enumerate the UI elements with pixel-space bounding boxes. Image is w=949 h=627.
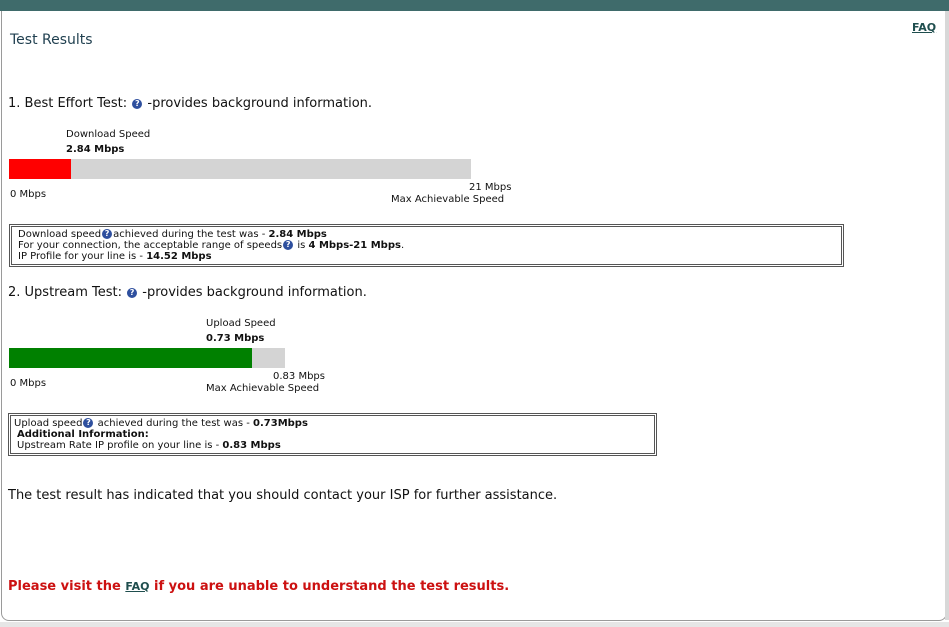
upstream-heading: 2. Upstream Test: ? -provides background… xyxy=(8,285,367,300)
download-speed-value: 2.84 Mbps xyxy=(66,144,125,155)
question-icon[interactable]: ? xyxy=(83,418,94,428)
download-info-line2: For your connection, the acceptable rang… xyxy=(18,240,405,251)
upload-max-value: 0.83 Mbps xyxy=(273,371,325,382)
best-effort-heading: 1. Best Effort Test: ? -provides backgro… xyxy=(8,96,372,111)
upstream-desc: -provides background information. xyxy=(142,285,367,300)
horizontal-scrollbar[interactable] xyxy=(0,622,949,627)
top-bar xyxy=(0,0,949,11)
contact-isp-message: The test result has indicated that you s… xyxy=(8,488,558,503)
best-effort-desc: -provides background information. xyxy=(147,96,373,111)
faq-link[interactable]: FAQ xyxy=(912,21,936,34)
upload-speed-fill xyxy=(9,348,252,368)
visit-faq-message: Please visit the FAQ if you are unable t… xyxy=(8,579,510,594)
upload-max-label: Max Achievable Speed xyxy=(206,383,320,394)
download-speed-label: Download Speed xyxy=(66,129,151,140)
download-speed-bar xyxy=(9,159,471,179)
download-speed-fill xyxy=(9,159,71,179)
download-min-label: 0 Mbps xyxy=(10,189,47,200)
question-icon[interactable]: ? xyxy=(132,99,143,109)
upstream-heading-text: 2. Upstream Test: xyxy=(8,285,122,300)
question-icon[interactable]: ? xyxy=(102,229,113,239)
page-title: Test Results xyxy=(10,32,93,48)
upload-info-line1: Upload speed? achieved during the test w… xyxy=(14,418,308,429)
faq-inline-link[interactable]: FAQ xyxy=(125,580,149,593)
question-icon[interactable]: ? xyxy=(283,240,294,250)
download-info-line3: IP Profile for your line is - 14.52 Mbps xyxy=(18,251,212,262)
upload-info-line2: Additional Information: xyxy=(17,429,149,440)
download-max-value: 21 Mbps xyxy=(469,182,512,193)
download-info-line1: Download speed? achieved during the test … xyxy=(18,229,327,240)
best-effort-heading-text: 1. Best Effort Test: xyxy=(8,96,128,111)
download-info-box: Download speed? achieved during the test … xyxy=(9,224,844,267)
upload-info-line3: Upstream Rate IP profile on your line is… xyxy=(17,440,281,451)
upload-speed-label: Upload Speed xyxy=(206,318,276,329)
scrollbar[interactable] xyxy=(945,11,949,620)
upload-info-box: Upload speed? achieved during the test w… xyxy=(8,413,657,456)
upload-speed-bar xyxy=(9,348,285,368)
download-max-label: Max Achievable Speed xyxy=(391,194,505,205)
upload-speed-value: 0.73 Mbps xyxy=(206,333,265,344)
upload-min-label: 0 Mbps xyxy=(10,378,47,389)
question-icon[interactable]: ? xyxy=(127,288,138,298)
